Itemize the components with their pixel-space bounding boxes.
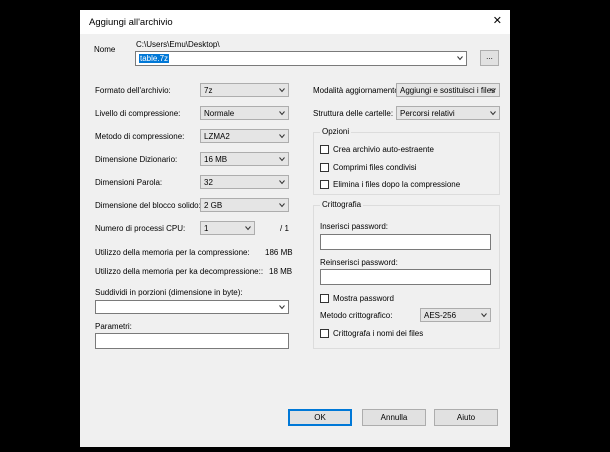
solid-block-label: Dimensione del blocco solido: [95, 201, 201, 210]
title-bar: Aggiungi all'archivio ✕ [80, 10, 510, 34]
split-volumes-label: Suddividi in porzioni (dimensione in byt… [95, 288, 243, 297]
window-title: Aggiungi all'archivio [89, 17, 173, 28]
encryption-group-title: Crittografia [320, 200, 364, 209]
memory-compression-value: 186 MB [265, 248, 293, 257]
archive-name-combobox[interactable]: table.7z [135, 51, 467, 66]
word-size-label: Dimensioni Parola: [95, 178, 163, 187]
method-label: Metodo di compressione: [95, 132, 185, 141]
format-value: 7z [204, 86, 213, 95]
encrypt-names-checkbox[interactable] [320, 329, 329, 338]
name-path: C:\Users\Emu\Desktop\ [136, 40, 220, 49]
memory-decompression-value: 18 MB [269, 267, 293, 276]
parameters-label: Parametri: [95, 322, 132, 331]
sfx-checkbox[interactable] [320, 145, 329, 154]
encryption-method-value: AES-256 [424, 311, 457, 320]
help-button[interactable]: Aiuto [434, 409, 498, 426]
chevron-down-icon [481, 313, 487, 318]
shared-files-checkbox[interactable] [320, 163, 329, 172]
password-confirm-label: Reinserisci password: [320, 258, 398, 267]
archive-name-value: table.7z [139, 54, 170, 63]
shared-files-label: Comprimi files condivisi [333, 163, 417, 172]
chevron-down-icon [279, 88, 285, 93]
level-value: Normale [204, 109, 235, 118]
dictionary-value: 16 MB [204, 155, 228, 164]
chevron-down-icon [279, 134, 285, 139]
chevron-down-icon [457, 56, 463, 61]
chevron-down-icon [245, 226, 251, 231]
password-confirm-input[interactable] [320, 269, 491, 285]
level-select[interactable]: Normale [200, 106, 289, 120]
threads-select[interactable]: 1 [200, 221, 255, 235]
encryption-method-select[interactable]: AES-256 [420, 308, 491, 322]
threads-total: / 1 [280, 224, 289, 233]
parameters-input[interactable] [95, 333, 289, 349]
chevron-down-icon [490, 111, 496, 116]
threads-label: Numero di processi CPU: [95, 224, 186, 233]
dictionary-select[interactable]: 16 MB [200, 152, 289, 166]
memory-decompression-label: Utilizzo della memoria per ka decompress… [95, 267, 264, 276]
solid-block-value: 2 GB [204, 201, 223, 210]
word-size-select[interactable]: 32 [200, 175, 289, 189]
close-icon[interactable]: ✕ [493, 15, 502, 27]
format-select[interactable]: 7z [200, 83, 289, 97]
path-mode-label: Struttura delle cartelle: [313, 109, 394, 118]
chevron-down-icon [279, 180, 285, 185]
format-label: Formato dell'archivio: [95, 86, 171, 95]
memory-compression-label: Utilizzo della memoria per la compressio… [95, 248, 250, 257]
add-to-archive-dialog: Aggiungi all'archivio ✕ Nome C:\Users\Em… [80, 10, 510, 447]
split-volumes-combobox[interactable] [95, 300, 289, 314]
name-label: Nome [94, 45, 116, 54]
encrypt-names-label: Crittografa i nomi dei files [333, 329, 424, 338]
ok-button[interactable]: OK [288, 409, 352, 426]
update-mode-value: Aggiungi e sostituisci i files [400, 86, 496, 95]
options-group: Opzioni Crea archivio auto-estraente Com… [313, 127, 500, 195]
method-select[interactable]: LZMA2 [200, 129, 289, 143]
encryption-method-label: Metodo crittografico: [320, 311, 393, 320]
solid-block-select[interactable]: 2 GB [200, 198, 289, 212]
path-mode-select[interactable]: Percorsi relativi [396, 106, 500, 120]
show-password-checkbox[interactable] [320, 294, 329, 303]
password-label: Inserisci password: [320, 222, 389, 231]
level-label: Livello di compressione: [95, 109, 181, 118]
method-value: LZMA2 [204, 132, 230, 141]
chevron-down-icon [490, 88, 496, 93]
update-mode-label: Modalità aggiornamento: [313, 86, 402, 95]
chevron-down-icon [279, 305, 285, 310]
word-size-value: 32 [204, 178, 213, 187]
update-mode-select[interactable]: Aggiungi e sostituisci i files [396, 83, 500, 97]
chevron-down-icon [279, 203, 285, 208]
threads-value: 1 [204, 224, 209, 233]
cancel-button[interactable]: Annulla [362, 409, 426, 426]
password-input[interactable] [320, 234, 491, 250]
chevron-down-icon [279, 157, 285, 162]
encryption-group: Crittografia Inserisci password: Reinser… [313, 200, 500, 349]
browse-button[interactable]: ... [480, 50, 499, 66]
delete-after-checkbox[interactable] [320, 180, 329, 189]
delete-after-label: Elimina i files dopo la compressione [333, 180, 461, 189]
show-password-label: Mostra password [333, 294, 394, 303]
dictionary-label: Dimensione Dizionario: [95, 155, 178, 164]
sfx-label: Crea archivio auto-estraente [333, 145, 434, 154]
options-group-title: Opzioni [320, 127, 352, 136]
chevron-down-icon [279, 111, 285, 116]
path-mode-value: Percorsi relativi [400, 109, 455, 118]
